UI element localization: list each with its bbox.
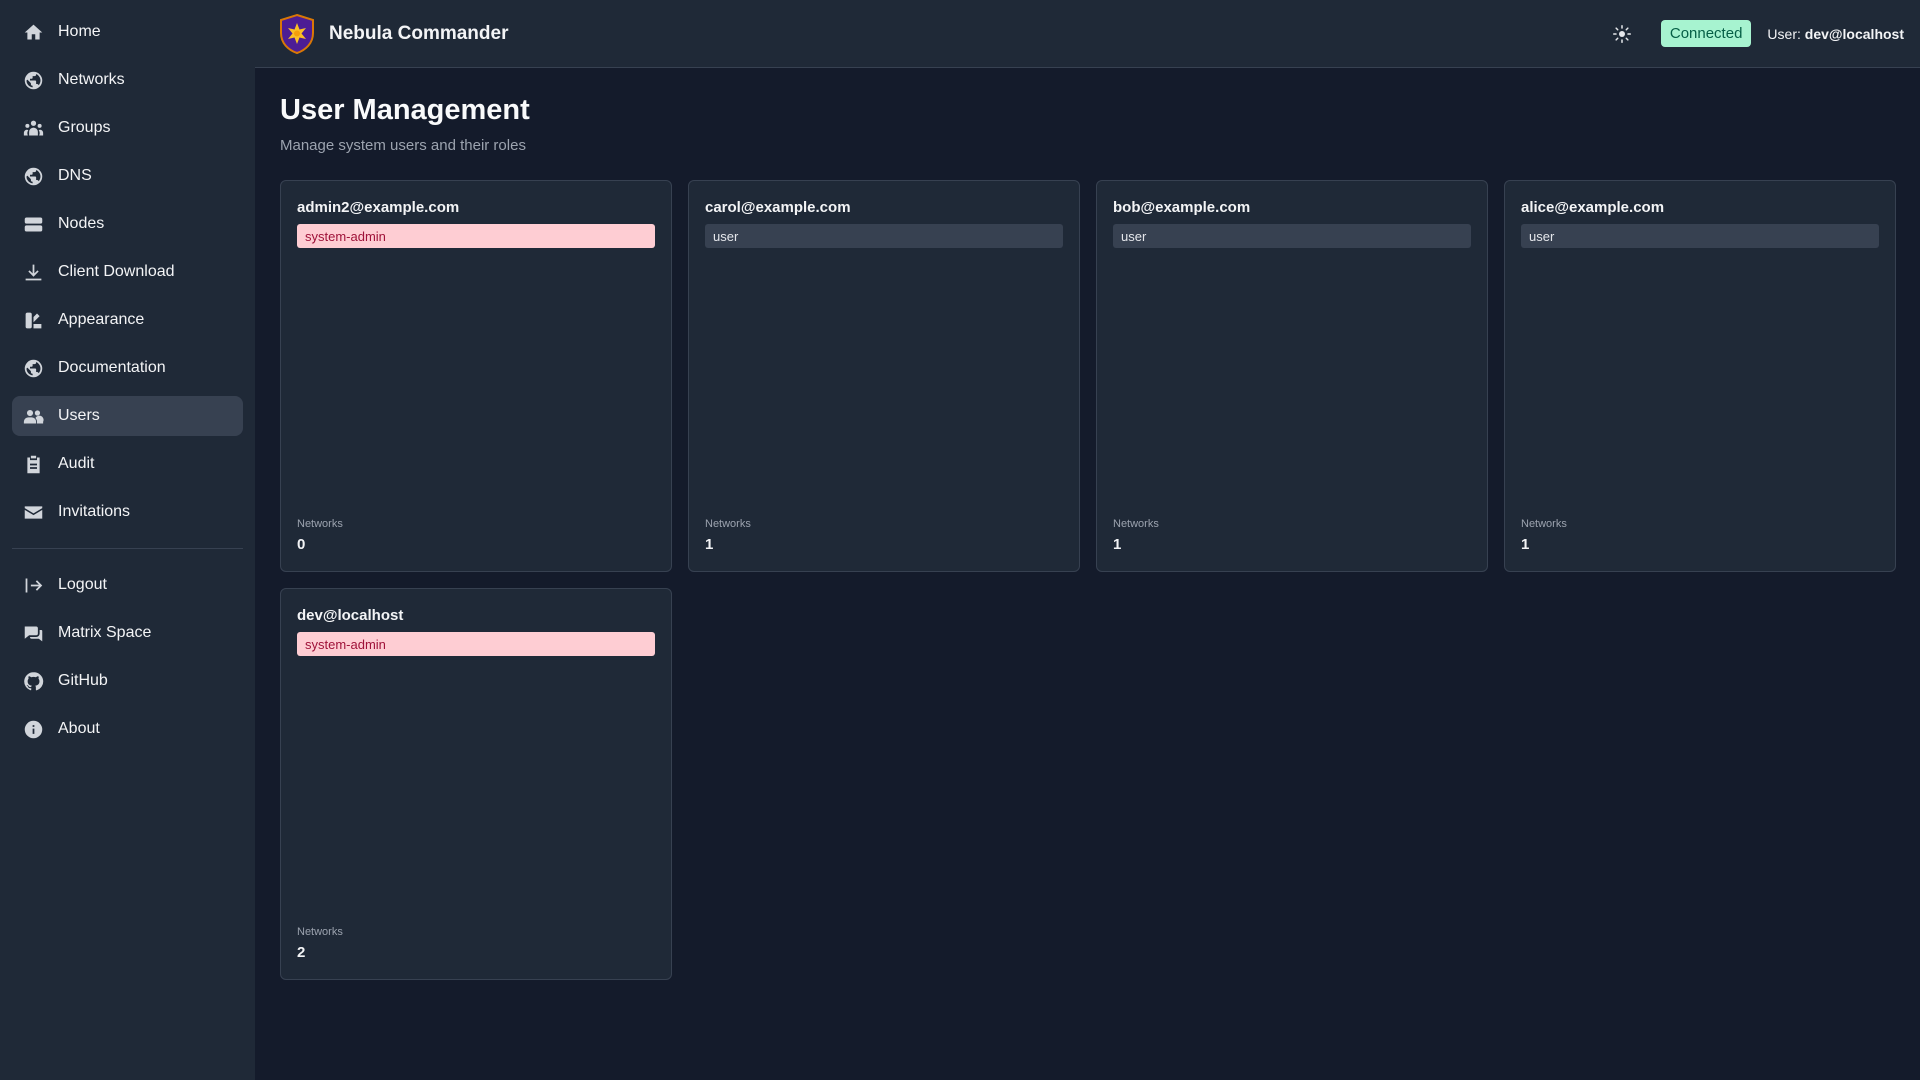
sidebar-item-label: Appearance (58, 311, 145, 328)
user-email: dev@localhost (297, 607, 404, 624)
sidebar-item-label: GitHub (58, 672, 108, 689)
user-card[interactable]: alice@example.com user Networks 1 (1504, 180, 1896, 572)
sidebar-item-label: Home (58, 23, 101, 40)
user-email: carol@example.com (705, 199, 851, 216)
role-badge: user (1521, 224, 1879, 248)
networks-label: Networks (297, 518, 343, 530)
sidebar-item-label: Invitations (58, 503, 131, 520)
sidebar-item-documentation[interactable]: Documentation (12, 348, 243, 388)
user-card[interactable]: admin2@example.com system-admin Networks… (280, 180, 672, 572)
user-card[interactable]: bob@example.com user Networks 1 (1096, 180, 1488, 572)
sidebar-item-dns[interactable]: DNS (12, 156, 243, 196)
user-email: admin2@example.com (297, 199, 460, 216)
home-icon (22, 21, 44, 43)
logout-icon (22, 574, 44, 596)
sidebar-item-invitations[interactable]: Invitations (12, 492, 243, 532)
clipboard-icon (22, 453, 44, 475)
user-card[interactable]: dev@localhost system-admin Networks 2 (280, 588, 672, 980)
globe-icon (22, 69, 44, 91)
app-title: Nebula Commander (329, 22, 509, 44)
sidebar-item-label: About (58, 720, 100, 737)
top-header: Nebula Commander Connected User: dev@loc… (255, 0, 1920, 68)
sidebar-item-users[interactable]: Users (12, 396, 243, 436)
sidebar-item-home[interactable]: Home (12, 12, 243, 52)
chat-icon (22, 622, 44, 644)
sidebar: Home Networks Groups DNS Nodes Client Do… (0, 0, 255, 1080)
role-badge: system-admin (297, 224, 655, 248)
role-badge: system-admin (297, 632, 655, 656)
sidebar-item-appearance[interactable]: Appearance (12, 300, 243, 340)
app-logo-icon (277, 13, 317, 55)
sidebar-item-label: Users (58, 407, 100, 424)
user-email: alice@example.com (1521, 199, 1665, 216)
sidebar-item-label: Audit (58, 455, 95, 472)
role-badge: user (1113, 224, 1471, 248)
networks-count: 1 (1521, 536, 1530, 553)
sidebar-item-label: Networks (58, 71, 125, 88)
sidebar-item-audit[interactable]: Audit (12, 444, 243, 484)
palette-icon (22, 309, 44, 331)
sidebar-item-networks[interactable]: Networks (12, 60, 243, 100)
networks-count: 0 (297, 536, 306, 553)
user-card[interactable]: carol@example.com user Networks 1 (688, 180, 1080, 572)
server-icon (22, 213, 44, 235)
download-icon (22, 261, 44, 283)
mail-icon (22, 501, 44, 523)
globe-icon (22, 165, 44, 187)
main-content: User Management Manage system users and … (280, 68, 1896, 980)
user-card-grid: admin2@example.com system-admin Networks… (280, 180, 1896, 980)
sidebar-item-logout[interactable]: Logout (12, 565, 243, 605)
sidebar-divider (12, 548, 243, 549)
sidebar-item-github[interactable]: GitHub (12, 661, 243, 701)
sidebar-item-nodes[interactable]: Nodes (12, 204, 243, 244)
sidebar-item-client-download[interactable]: Client Download (12, 252, 243, 292)
page-title: User Management (280, 94, 530, 126)
sidebar-item-label: Client Download (58, 263, 175, 280)
user-email: bob@example.com (1113, 199, 1251, 216)
theme-toggle-sun-icon[interactable] (1609, 21, 1635, 47)
networks-label: Networks (705, 518, 751, 530)
sidebar-item-label: DNS (58, 167, 92, 184)
groups-icon (22, 117, 44, 139)
user-name: dev@localhost (1804, 25, 1904, 42)
sidebar-item-label: Nodes (58, 215, 105, 232)
role-badge: user (705, 224, 1063, 248)
sidebar-item-label: Logout (58, 576, 107, 593)
github-icon (22, 670, 44, 692)
networks-count: 2 (297, 944, 306, 961)
sidebar-item-about[interactable]: About (12, 709, 243, 749)
users-icon (22, 405, 44, 427)
sidebar-item-groups[interactable]: Groups (12, 108, 243, 148)
networks-count: 1 (1113, 536, 1122, 553)
user-prefix: User: (1767, 25, 1801, 42)
sidebar-item-label: Documentation (58, 359, 166, 376)
networks-count: 1 (705, 536, 714, 553)
current-user: User: dev@localhost (1767, 26, 1904, 42)
page-subtitle: Manage system users and their roles (280, 137, 526, 154)
connection-status-badge: Connected (1660, 20, 1752, 47)
networks-label: Networks (1113, 518, 1159, 530)
sidebar-item-matrix-space[interactable]: Matrix Space (12, 613, 243, 653)
sidebar-item-label: Matrix Space (58, 624, 152, 641)
networks-label: Networks (1521, 518, 1567, 530)
sidebar-item-label: Groups (58, 119, 111, 136)
globe-icon (22, 357, 44, 379)
info-icon (22, 718, 44, 740)
networks-label: Networks (297, 926, 343, 938)
